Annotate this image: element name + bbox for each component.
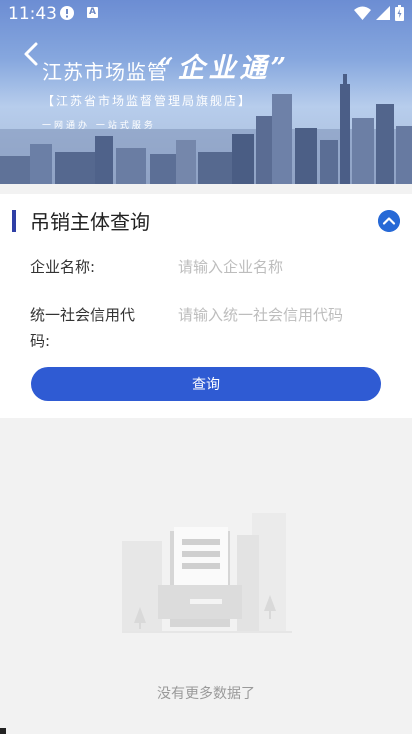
signal-icon [376,6,390,20]
query-card: 吊销主体查询 企业名称: 统一社会信用代 码: 查询 [0,194,412,418]
status-time: 11:43 [8,4,57,24]
status-right-icons [354,5,404,21]
empty-document-icon [122,513,292,633]
brand-slogan: “企业通” [158,53,291,84]
credit-code-label-line2: 码: [30,332,51,350]
section-accent-bar [12,210,16,232]
status-bar: 11:43 A [0,0,412,28]
wifi-icon [354,6,371,20]
section-title: 吊销主体查询 [30,210,150,234]
a-badge-icon: A [87,7,98,18]
credit-code-input[interactable] [178,306,378,324]
empty-state-message: 没有更多数据了 [157,686,255,702]
back-icon[interactable] [20,40,44,68]
query-button[interactable]: 查询 [31,367,381,401]
credit-code-label-line1: 统一社会信用代 [30,306,136,324]
company-name-label: 企业名称: [30,258,96,276]
battery-icon [395,5,404,21]
brand-store-subtitle: 【江苏省市场监督管理局旗舰店】 [42,94,253,108]
credit-code-label: 统一社会信用代 码: [30,302,135,354]
corner-mark [0,728,6,734]
brand-title: 江苏市场监管 [42,60,168,84]
alert-circle-icon [60,6,74,20]
brand-motto: 一网通办 一站式服务 [42,121,156,131]
chevron-up-circle-icon[interactable] [378,210,400,232]
company-name-input[interactable] [178,258,378,276]
